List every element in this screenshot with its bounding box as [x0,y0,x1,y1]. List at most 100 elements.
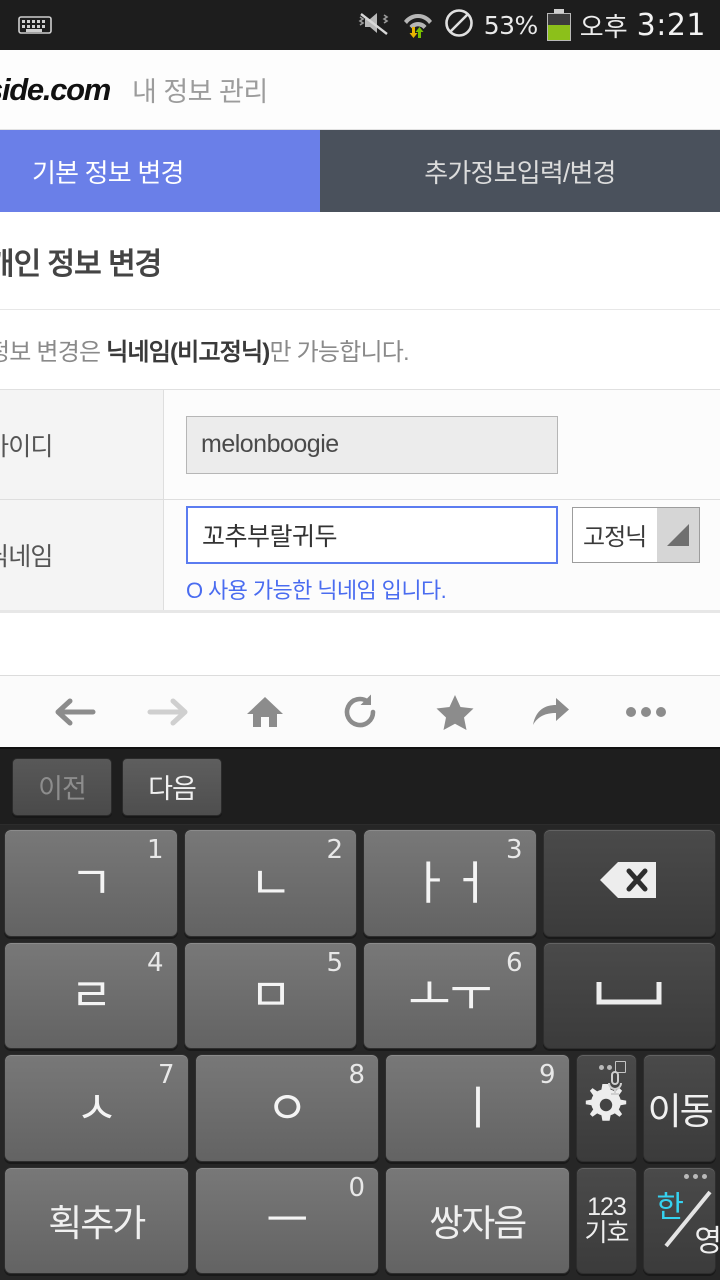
tab-basic-info[interactable]: 기본 정보 변경 [0,130,320,212]
chevron-down-icon [657,507,699,562]
tab-extra-info-label: 추가정보입력/변경 [424,157,616,188]
keyboard-settings-key[interactable] [575,1054,638,1162]
key-nieun-label: ㄴ [249,856,292,909]
nickname-type-value: 고정닉 [583,524,647,551]
go-key[interactable]: 이동 [643,1054,716,1162]
next-field-button[interactable]: 다음 [122,757,222,816]
key-giyeok[interactable]: 1 ㄱ [4,829,178,937]
key-siot-label: ㅅ [75,1081,118,1134]
notice-bold: 닉네임(비고정닉) [106,339,270,366]
keyboard-row-2: 4 ㄹ 5 ㅁ 6 ㅗㅜ [4,941,716,1049]
key-mieum[interactable]: 5 ㅁ [183,941,357,1049]
status-bar: 53% 오후 3:21 [0,0,720,50]
forward-button[interactable] [140,686,198,738]
page-title: 개인 정보 변경 [0,247,162,281]
device-screen: 53% 오후 3:21 side.com 내 정보 관리 기본 정보 변경 추가… [0,0,720,1280]
clock-time: 3:21 [636,7,706,43]
nickname-type-select[interactable]: 고정닉 [572,506,700,563]
key-siot-number: 7 [157,1060,175,1090]
browser-toolbar [0,675,720,749]
tab-bar: 기본 정보 변경 추가정보입력/변경 [0,130,720,212]
key-rieul[interactable]: 4 ㄹ [4,941,178,1049]
key-double-consonant[interactable]: 쌍자음 [385,1166,570,1274]
backspace-key[interactable] [542,829,716,937]
tab-extra-info[interactable]: 추가정보입력/변경 [320,130,720,212]
key-o-u-vowel[interactable]: 6 ㅗㅜ [363,941,537,1049]
numbers-symbols-label: 123 기호 [584,1193,629,1248]
key-nieun[interactable]: 2 ㄴ [183,829,357,937]
profile-form: 아이디 닉네임 고정닉 [0,390,720,610]
status-bar-left [18,15,52,35]
numbers-symbols-line1: 123 [587,1193,627,1221]
keyboard-suggestion-bar: 이전 다음 [0,749,720,825]
key-a-eo-label: ㅏㅓ [408,856,492,909]
form-bottom-divider [0,610,720,613]
go-key-label: 이동 [647,1090,714,1132]
key-siot[interactable]: 7 ㅅ [4,1054,189,1162]
label-nickname: 닉네임 [0,500,164,610]
key-add-stroke[interactable]: 획추가 [4,1166,189,1274]
key-o-u-label: ㅗㅜ [408,969,492,1022]
home-button[interactable] [236,686,294,738]
key-giyeok-label: ㄱ [70,856,112,909]
notice-prefix: 정보 변경은 [0,339,101,366]
field-userid [164,390,720,499]
back-button[interactable] [45,686,103,738]
numbers-symbols-key[interactable]: 123 기호 [575,1166,638,1274]
userid-input[interactable] [186,415,558,474]
key-double-consonant-label: 쌍자음 [429,1203,527,1245]
backspace-icon [598,859,660,906]
tab-basic-info-label: 기본 정보 변경 [32,157,184,188]
share-button[interactable] [522,686,580,738]
form-row-userid: 아이디 [0,390,720,500]
key-mieum-label: ㅁ [249,969,292,1022]
key-eu-number: 0 [348,1172,366,1203]
language-english-label: 영 [694,1224,720,1258]
key-eu-label: ㅡ [266,1194,308,1247]
status-bar-right: 53% 오후 3:21 [357,7,706,44]
notice-suffix: 만 가능합니다. [269,339,410,366]
space-key[interactable] [542,941,716,1049]
battery-percent: 53% [483,10,539,40]
reload-button[interactable] [331,686,389,738]
notice-text: 정보 변경은 닉네임(비고정닉)만 가능합니다. [0,332,410,367]
wifi-transfer-icon [402,7,434,44]
do-not-disturb-icon [443,7,475,44]
space-icon [595,978,663,1013]
site-logo[interactable]: side.com [0,72,111,108]
nickname-input[interactable] [186,505,558,564]
korean-keyboard: 이전 다음 1 ㄱ 2 ㄴ 3 ㅏㅓ 4 ㄹ 5 ㅁ 6 ㅗㅜ 7 ㅅ 8 ㅇ … [0,749,720,1280]
key-add-stroke-label: 획추가 [48,1203,146,1245]
label-userid: 아이디 [0,390,164,499]
keyboard-rows: 1 ㄱ 2 ㄴ 3 ㅏㅓ 4 ㄹ 5 ㅁ 6 ㅗㅜ 7 ㅅ 8 ㅇ 9 ㅣ 이동… [0,825,720,1280]
webview: side.com 내 정보 관리 기본 정보 변경 추가정보입력/변경 개인 정… [0,50,720,675]
key-eu-vowel[interactable]: 0 ㅡ [194,1166,380,1274]
menu-button[interactable] [617,686,675,738]
language-toggle-label: 한 영 [644,1168,720,1274]
prev-field-button[interactable]: 이전 [12,757,112,816]
key-rieul-label: ㄹ [70,969,112,1022]
microphone-icon [606,1071,624,1102]
key-nieun-number: 2 [326,835,343,865]
language-toggle-key[interactable]: 한 영 [643,1166,720,1274]
key-ieung[interactable]: 8 ㅇ [194,1054,380,1162]
keyboard-row-4: 획추가 0 ㅡ 쌍자음 123 기호 한 영 [4,1166,720,1274]
key-ieung-number: 8 [348,1060,366,1090]
next-field-label: 다음 [148,774,197,804]
site-header: side.com 내 정보 관리 [0,50,720,130]
key-giyeok-number: 1 [146,835,164,865]
numbers-symbols-line2: 기호 [584,1219,629,1248]
prev-field-label: 이전 [38,774,87,804]
keyboard-row-3: 7 ㅅ 8 ㅇ 9 ㅣ 이동 [4,1054,716,1162]
key-i-vowel[interactable]: 9 ㅣ [385,1054,570,1162]
nickname-helper-text: O 사용 가능한 닉네임 입니다. [186,577,447,603]
key-o-u-number: 6 [505,947,523,978]
key-a-eo-vowel[interactable]: 3 ㅏㅓ [363,829,537,937]
notice-section: 정보 변경은 닉네임(비고정닉)만 가능합니다. [0,310,720,390]
battery-icon [546,9,571,41]
key-i-vowel-number: 9 [539,1060,556,1090]
field-nickname: 고정닉 O 사용 가능한 닉네임 입니다. [164,500,720,610]
bookmark-button[interactable] [426,686,484,738]
form-row-nickname: 닉네임 고정닉 O 사용 가능한 닉네임 입니 [0,500,720,610]
key-rieul-number: 4 [146,947,164,978]
